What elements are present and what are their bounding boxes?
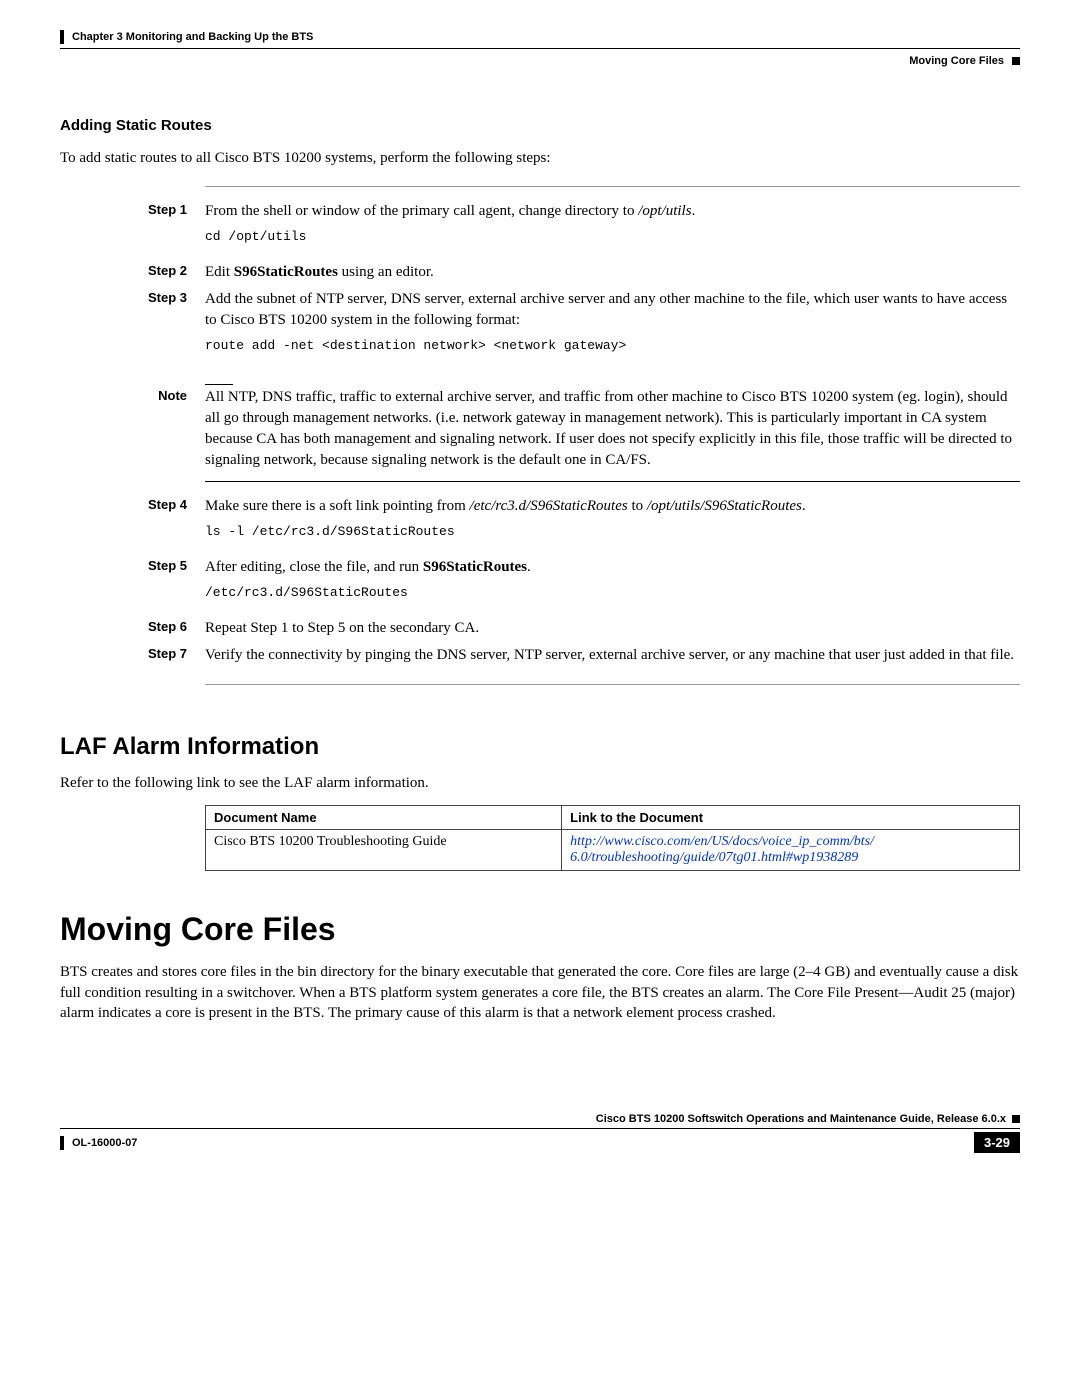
step-2-text-a: Edit [205, 264, 234, 280]
step-6-body: Repeat Step 1 to Step 5 on the secondary… [205, 618, 1020, 639]
step-5-command: /etc/rc3.d/S96StaticRoutes [205, 584, 1020, 602]
heading-moving-core-files: Moving Core Files [60, 911, 1020, 948]
page-footer: Cisco BTS 10200 Softswitch Operations an… [60, 1113, 1020, 1153]
th-doc-name: Document Name [206, 806, 562, 830]
step-5-text-a: After editing, close the file, and run [205, 559, 423, 575]
step-1-body: From the shell or window of the primary … [205, 201, 1020, 256]
step-2-text-c: using an editor. [338, 264, 434, 280]
header-section: Moving Core Files [909, 55, 1004, 67]
chapter-label: Chapter 3 Monitoring and Backing Up the … [72, 31, 313, 43]
step-4: Step 4 Make sure there is a soft link po… [60, 496, 1020, 551]
step-3-label: Step 3 [60, 289, 205, 365]
footer-rule [60, 1128, 1020, 1129]
doc-link-line2: 6.0/troubleshooting/guide/07tg01.html#wp… [570, 850, 858, 865]
doc-link[interactable]: http://www.cisco.com/en/US/docs/voice_ip… [570, 834, 874, 865]
step-4-text-c: to [628, 498, 647, 514]
step-4-text-a: Make sure there is a soft link pointing … [205, 498, 470, 514]
step-2: Step 2 Edit S96StaticRoutes using an edi… [60, 262, 1020, 283]
step-7: Step 7 Verify the connectivity by pingin… [60, 645, 1020, 666]
td-doc-link: http://www.cisco.com/en/US/docs/voice_ip… [562, 830, 1020, 871]
doc-link-line1: http://www.cisco.com/en/US/docs/voice_ip… [570, 834, 874, 849]
note-row: Note All NTP, DNS traffic, traffic to ex… [60, 387, 1020, 471]
doc-link-table: Document Name Link to the Document Cisco… [205, 805, 1020, 871]
moving-core-para: BTS creates and stores core files in the… [60, 962, 1020, 1023]
page-number-badge: 3-29 [974, 1132, 1020, 1153]
step-5-filename: S96StaticRoutes [423, 559, 527, 575]
header-rule [60, 48, 1020, 49]
step-3-command: route add -net <destination network> <ne… [205, 337, 1020, 355]
note-label: Note [60, 387, 205, 471]
step-2-label: Step 2 [60, 262, 205, 283]
step-4-body: Make sure there is a soft link pointing … [205, 496, 1020, 551]
step-4-path-b: /etc/rc3.d/S96StaticRoutes [470, 498, 628, 514]
step-1-label: Step 1 [60, 201, 205, 256]
heading-laf-alarm: LAF Alarm Information [60, 733, 1020, 761]
running-header: Chapter 3 Monitoring and Backing Up the … [60, 30, 1020, 44]
footer-docid-wrap: OL-16000-07 [60, 1136, 137, 1150]
step-4-text-e: . [802, 498, 806, 514]
header-bar-icon [60, 30, 64, 44]
page: Chapter 3 Monitoring and Backing Up the … [0, 0, 1080, 1193]
step-7-body: Verify the connectivity by pinging the D… [205, 645, 1020, 666]
step-1-path: /opt/utils [638, 203, 691, 219]
step-4-label: Step 4 [60, 496, 205, 551]
note-rule-top [205, 384, 233, 385]
footer-bottom-row: OL-16000-07 3-29 [60, 1132, 1020, 1153]
step-7-label: Step 7 [60, 645, 205, 666]
step-2-filename: S96StaticRoutes [234, 264, 338, 280]
intro-para: To add static routes to all Cisco BTS 10… [60, 148, 1020, 168]
square-icon [1012, 57, 1020, 65]
step-rule-top [205, 186, 1020, 187]
step-4-path-d: /opt/utils/S96StaticRoutes [647, 498, 802, 514]
step-5-text-c: . [527, 559, 531, 575]
table-row: Cisco BTS 10200 Troubleshooting Guide ht… [206, 830, 1020, 871]
step-5: Step 5 After editing, close the file, an… [60, 557, 1020, 612]
heading-adding-static-routes: Adding Static Routes [60, 117, 1020, 134]
laf-intro: Refer to the following link to see the L… [60, 773, 1020, 793]
running-header-right: Moving Core Files [60, 55, 1020, 67]
note-rule-bottom [205, 481, 1020, 482]
step-5-label: Step 5 [60, 557, 205, 612]
footer-book-title: Cisco BTS 10200 Softswitch Operations an… [596, 1113, 1006, 1125]
footer-book-row: Cisco BTS 10200 Softswitch Operations an… [60, 1113, 1020, 1125]
step-1-text-a: From the shell or window of the primary … [205, 203, 638, 219]
square-icon [1012, 1115, 1020, 1123]
step-6-label: Step 6 [60, 618, 205, 639]
step-1-command: cd /opt/utils [205, 228, 1020, 246]
footer-docid: OL-16000-07 [72, 1137, 137, 1149]
step-2-body: Edit S96StaticRoutes using an editor. [205, 262, 1020, 283]
footer-bar-icon [60, 1136, 64, 1150]
note-body: All NTP, DNS traffic, traffic to externa… [205, 387, 1020, 471]
step-1: Step 1 From the shell or window of the p… [60, 201, 1020, 256]
step-3: Step 3 Add the subnet of NTP server, DNS… [60, 289, 1020, 365]
th-doc-link: Link to the Document [562, 806, 1020, 830]
step-1-text-c: . [692, 203, 696, 219]
step-5-body: After editing, close the file, and run S… [205, 557, 1020, 612]
table-header-row: Document Name Link to the Document [206, 806, 1020, 830]
step-rule-bottom [205, 684, 1020, 685]
step-3-body: Add the subnet of NTP server, DNS server… [205, 289, 1020, 365]
step-6: Step 6 Repeat Step 1 to Step 5 on the se… [60, 618, 1020, 639]
step-4-command: ls -l /etc/rc3.d/S96StaticRoutes [205, 523, 1020, 541]
step-3-text: Add the subnet of NTP server, DNS server… [205, 291, 1007, 328]
td-doc-name: Cisco BTS 10200 Troubleshooting Guide [206, 830, 562, 871]
